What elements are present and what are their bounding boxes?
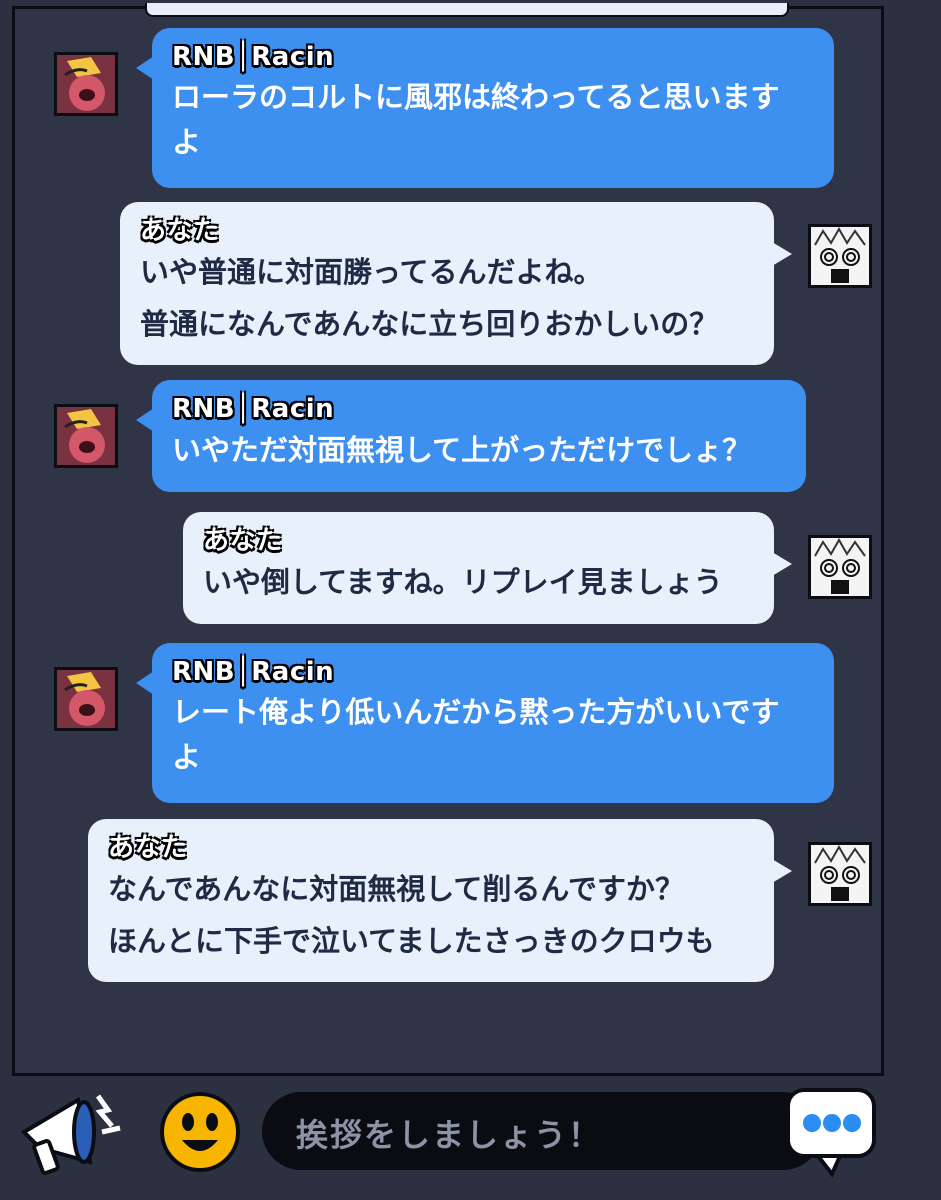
message-line: いやただ対面無視して上がっただけでしょ？ [172,433,752,467]
sender-name: あなた [203,526,283,556]
avatar-me[interactable] [808,535,872,599]
message-line: ほんとに下手で泣いてましたさっきのクロウも [108,924,715,958]
message-line: レート俺より低いんだから黙った方がいいです [172,695,780,729]
megaphone-button[interactable] [16,1082,126,1182]
avatar-other[interactable] [54,52,118,116]
previous-message-edge [145,3,789,17]
message-line: 普通になんであんなに立ち回りおかしいの？ [140,307,719,341]
sender-name: RNB│Racin [172,657,335,687]
message-line: なんであんなに対面無視して削るんですか？ [108,872,684,906]
avatar-me[interactable] [808,842,872,906]
send-button[interactable] [784,1084,880,1180]
message-bubble-me[interactable]: あなた いや普通に対面勝ってるんだよね。 普通になんであんなに立ち回りおかしいの… [120,202,792,365]
emoji-button[interactable] [158,1090,242,1174]
sender-name: あなた [108,833,188,863]
chat-input[interactable]: 挨拶をしましょう！ [262,1092,822,1170]
message-line: いや倒してますね。リプレイ見ましょう [203,565,723,599]
avatar-other[interactable] [54,404,118,468]
message-line: いや普通に対面勝ってるんだよね。 [140,255,603,289]
message-bubble-other[interactable]: RNB│Racin ローラのコルトに風邪は終わってると思います よ [136,28,834,188]
message-line: よ [172,740,202,774]
chat-send-icon [786,1088,876,1178]
sender-name: あなた [140,216,220,246]
sender-name: RNB│Racin [172,394,335,424]
emoji-icon [160,1092,240,1172]
message-bubble-other[interactable]: RNB│Racin レート俺より低いんだから黙った方がいいです よ [136,643,834,803]
message-bubble-me[interactable]: あなた いや倒してますね。リプレイ見ましょう [183,512,792,624]
message-line: ローラのコルトに風邪は終わってると思います [172,80,780,114]
avatar-me[interactable] [808,224,872,288]
avatar-other[interactable] [54,667,118,731]
megaphone-icon [20,1094,121,1175]
message-line: よ [172,125,202,159]
chat-input-placeholder: 挨拶をしましょう！ [296,1116,603,1154]
sender-name: RNB│Racin [172,42,335,72]
message-bubble-me[interactable]: あなた なんであんなに対面無視して削るんですか？ ほんとに下手で泣いてましたさっ… [88,819,792,982]
message-bubble-other[interactable]: RNB│Racin いやただ対面無視して上がっただけでしょ？ [136,380,806,492]
